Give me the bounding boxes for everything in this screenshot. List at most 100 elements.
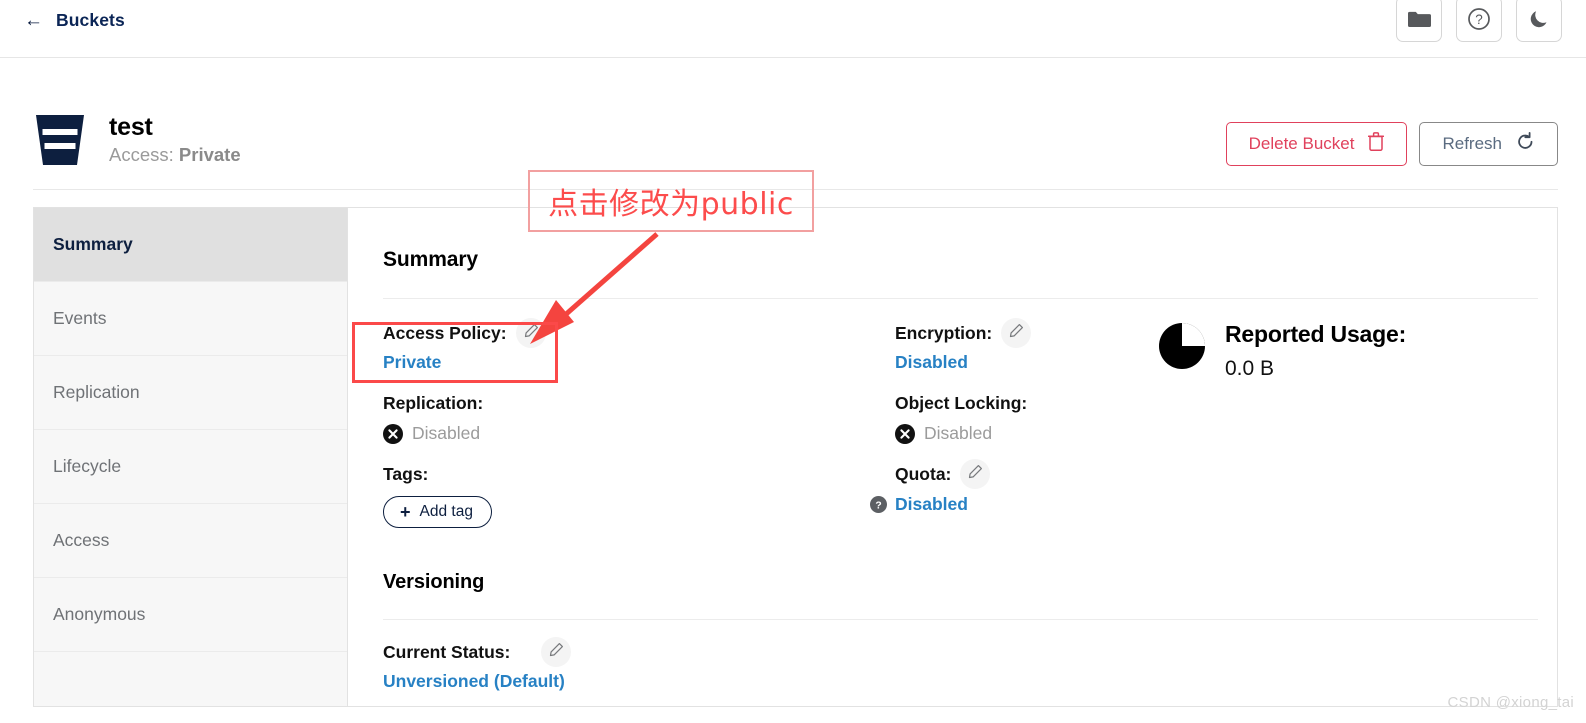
object-locking-label-row: Object Locking: bbox=[895, 390, 1157, 416]
sidebar-item-label: Summary bbox=[53, 234, 133, 254]
app-screen: ← Buckets ? test Access: Private Delete … bbox=[0, 0, 1586, 723]
sidebar-item-summary[interactable]: Summary bbox=[34, 208, 347, 282]
access-policy-field: Access Policy: Private bbox=[383, 318, 895, 373]
versioning-divider bbox=[383, 619, 1538, 620]
pencil-icon bbox=[967, 464, 983, 485]
edit-versioning-button[interactable] bbox=[541, 637, 572, 667]
reported-usage-label: Reported Usage: bbox=[1225, 321, 1407, 347]
bucket-text-block: test Access: Private bbox=[109, 113, 241, 168]
delete-bucket-label: Delete Bucket bbox=[1248, 134, 1355, 153]
svg-text:?: ? bbox=[875, 500, 881, 511]
quota-value-row: ? Disabled bbox=[870, 494, 1157, 515]
current-status-field: Current Status: Unversioned (Default) bbox=[383, 637, 1541, 692]
top-bar: ← Buckets ? bbox=[0, 0, 1586, 58]
add-tag-button[interactable]: + Add tag bbox=[383, 496, 492, 528]
refresh-icon bbox=[1516, 132, 1535, 156]
current-status-value[interactable]: Unversioned (Default) bbox=[383, 671, 1541, 692]
sidebar-item-label: Replication bbox=[53, 382, 140, 402]
versioning-section: Versioning Current Status: Unversioned (… bbox=[383, 571, 1541, 692]
question-circle-icon: ? bbox=[1467, 7, 1491, 31]
sidebar-item-label: Anonymous bbox=[53, 604, 146, 624]
pencil-icon bbox=[523, 323, 539, 344]
folder-button[interactable] bbox=[1396, 0, 1442, 42]
reported-usage-block: Reported Usage: 0.0 B bbox=[1157, 321, 1541, 381]
tags-field: Tags: + Add tag bbox=[383, 461, 895, 528]
back-link-label: Buckets bbox=[56, 9, 125, 30]
replication-field: Replication: Disabled bbox=[383, 390, 895, 444]
reported-usage-value: 0.0 B bbox=[1225, 356, 1275, 380]
edit-access-policy-button[interactable] bbox=[515, 318, 546, 348]
pencil-icon bbox=[548, 642, 564, 663]
watermark: CSDN @xiong_tai bbox=[1447, 694, 1574, 711]
replication-label-row: Replication: bbox=[383, 390, 895, 416]
add-tag-label: Add tag bbox=[419, 503, 473, 520]
object-locking-label: Object Locking: bbox=[895, 392, 1028, 413]
quota-label: Quota: bbox=[895, 463, 952, 484]
sidebar-item-access[interactable]: Access bbox=[34, 504, 347, 578]
dark-mode-button[interactable] bbox=[1516, 0, 1562, 42]
summary-divider bbox=[383, 298, 1538, 299]
edit-quota-button[interactable] bbox=[960, 459, 991, 489]
back-arrow-icon: ← bbox=[24, 10, 43, 31]
summary-column-right: Reported Usage: 0.0 B bbox=[1157, 320, 1541, 545]
replication-value: Disabled bbox=[412, 423, 481, 443]
bucket-sidebar: Summary Events Replication Lifecycle Acc… bbox=[34, 208, 348, 706]
replication-label: Replication: bbox=[383, 392, 484, 413]
encryption-label: Encryption: bbox=[895, 322, 993, 343]
back-to-buckets-link[interactable]: ← Buckets bbox=[24, 2, 125, 38]
annotation-text: 点击修改为public bbox=[548, 187, 794, 222]
object-locking-value-row: Disabled bbox=[895, 423, 1157, 444]
encryption-value[interactable]: Disabled bbox=[895, 352, 1157, 373]
encryption-field: Encryption: Disabled bbox=[895, 318, 1157, 373]
disabled-x-icon bbox=[895, 423, 915, 444]
sidebar-item-anonymous[interactable]: Anonymous bbox=[34, 578, 347, 652]
summary-column-middle: Encryption: Disabled Object Locking: Dis… bbox=[870, 318, 1157, 545]
tags-label-row: Tags: bbox=[383, 461, 895, 487]
disabled-x-icon bbox=[383, 423, 403, 444]
bucket-access-value: Private bbox=[178, 144, 241, 166]
current-status-label-row: Current Status: bbox=[383, 637, 1541, 667]
sidebar-item-label: Events bbox=[53, 308, 107, 328]
bucket-access-prefix: Access: bbox=[109, 144, 174, 166]
summary-column-left: Access Policy: Private Replication: Disa… bbox=[383, 318, 895, 545]
tags-label: Tags: bbox=[383, 463, 429, 484]
help-button[interactable]: ? bbox=[1456, 0, 1502, 42]
sidebar-item-lifecycle[interactable]: Lifecycle bbox=[34, 430, 347, 504]
object-locking-value: Disabled bbox=[924, 423, 993, 443]
sidebar-item-events[interactable]: Events bbox=[34, 282, 347, 356]
sidebar-item-replication[interactable]: Replication bbox=[34, 356, 347, 430]
svg-text:?: ? bbox=[1475, 12, 1483, 27]
bucket-access-line: Access: Private bbox=[109, 143, 241, 167]
access-policy-label: Access Policy: bbox=[383, 322, 507, 343]
access-policy-value[interactable]: Private bbox=[383, 352, 895, 373]
summary-content: Summary Access Policy: Private Replicati… bbox=[348, 208, 1557, 706]
current-status-label: Current Status: bbox=[383, 641, 511, 662]
bucket-header-actions: Delete Bucket Refresh bbox=[1225, 122, 1558, 166]
topbar-actions: ? bbox=[1396, 0, 1562, 42]
plus-icon: + bbox=[400, 502, 411, 522]
edit-encryption-button[interactable] bbox=[1001, 318, 1032, 348]
pencil-icon bbox=[1008, 323, 1024, 344]
versioning-title: Versioning bbox=[383, 571, 485, 593]
access-policy-label-row: Access Policy: bbox=[383, 318, 895, 348]
annotation-callout: 点击修改为public bbox=[528, 170, 814, 232]
summary-grid: Access Policy: Private Replication: Disa… bbox=[383, 318, 1541, 545]
refresh-label: Refresh bbox=[1442, 134, 1502, 153]
quota-value[interactable]: Disabled bbox=[895, 494, 968, 515]
bucket-identity: test Access: Private bbox=[33, 112, 241, 168]
bucket-detail-panel: Summary Events Replication Lifecycle Acc… bbox=[33, 207, 1558, 707]
sidebar-filler bbox=[34, 652, 347, 723]
reported-usage-texts: Reported Usage: 0.0 B bbox=[1225, 321, 1406, 381]
summary-title: Summary bbox=[383, 248, 479, 271]
quota-help-icon[interactable]: ? bbox=[870, 496, 887, 513]
delete-bucket-button[interactable]: Delete Bucket bbox=[1225, 122, 1408, 166]
quota-label-row: Quota: bbox=[895, 459, 1157, 489]
quota-field: Quota: ? Disabled bbox=[870, 459, 1157, 515]
bucket-name: test bbox=[109, 112, 153, 141]
trash-icon bbox=[1368, 132, 1385, 156]
folder-icon bbox=[1407, 9, 1431, 29]
replication-value-row: Disabled bbox=[383, 423, 895, 444]
encryption-label-row: Encryption: bbox=[895, 318, 1157, 348]
sidebar-item-label: Lifecycle bbox=[53, 456, 122, 476]
refresh-button[interactable]: Refresh bbox=[1419, 122, 1558, 166]
